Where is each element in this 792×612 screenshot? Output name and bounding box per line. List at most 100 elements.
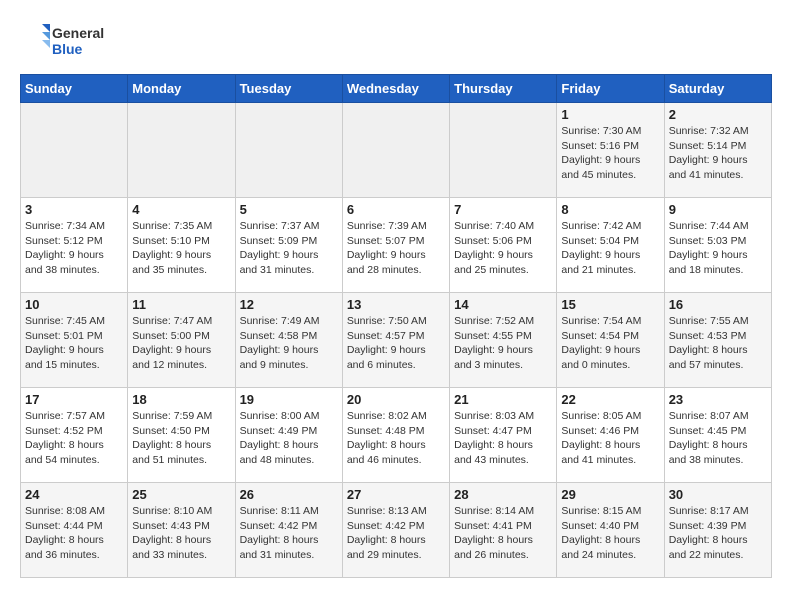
day-number: 20 (347, 392, 445, 407)
week-row-5: 24 Sunrise: 8:08 AM Sunset: 4:44 PM Dayli… (21, 483, 772, 578)
day-info: Sunrise: 7:42 AM Sunset: 5:04 PM Dayligh… (561, 219, 659, 278)
day-number: 10 (25, 297, 123, 312)
day-cell: 29 Sunrise: 8:15 AM Sunset: 4:40 PM Dayli… (557, 483, 664, 578)
day-number: 18 (132, 392, 230, 407)
day-number: 24 (25, 487, 123, 502)
day-cell: 13Sunrise: 7:50 AM Sunset: 4:57 PM Dayli… (342, 293, 449, 388)
day-info: Sunrise: 8:15 AM Sunset: 4:40 PM Dayligh… (561, 504, 659, 563)
calendar-table: SundayMondayTuesdayWednesdayThursdayFrid… (20, 74, 772, 578)
day-number: 22 (561, 392, 659, 407)
logo: General Blue (20, 20, 110, 64)
day-cell (342, 103, 449, 198)
day-info: Sunrise: 7:40 AM Sunset: 5:06 PM Dayligh… (454, 219, 552, 278)
day-number: 8 (561, 202, 659, 217)
weekday-header-thursday: Thursday (450, 75, 557, 103)
day-number: 16 (669, 297, 767, 312)
weekday-header-sunday: Sunday (21, 75, 128, 103)
day-cell: 21 Sunrise: 8:03 AM Sunset: 4:47 PM Dayli… (450, 388, 557, 483)
day-info: Sunrise: 7:59 AM Sunset: 4:50 PM Dayligh… (132, 409, 230, 468)
week-row-3: 10 Sunrise: 7:45 AM Sunset: 5:01 PM Dayli… (21, 293, 772, 388)
day-number: 28 (454, 487, 552, 502)
day-cell: 25 Sunrise: 8:10 AM Sunset: 4:43 PM Dayli… (128, 483, 235, 578)
day-info: Sunrise: 7:50 AM Sunset: 4:57 PM Dayligh… (347, 314, 445, 373)
day-info: Sunrise: 7:45 AM Sunset: 5:01 PM Dayligh… (25, 314, 123, 373)
weekday-header-tuesday: Tuesday (235, 75, 342, 103)
day-number: 30 (669, 487, 767, 502)
day-cell: 4Sunrise: 7:35 AM Sunset: 5:10 PM Daylig… (128, 198, 235, 293)
week-row-2: 3 Sunrise: 7:34 AM Sunset: 5:12 PM Daylig… (21, 198, 772, 293)
day-info: Sunrise: 8:17 AM Sunset: 4:39 PM Dayligh… (669, 504, 767, 563)
day-number: 17 (25, 392, 123, 407)
day-info: Sunrise: 7:57 AM Sunset: 4:52 PM Dayligh… (25, 409, 123, 468)
day-info: Sunrise: 8:13 AM Sunset: 4:42 PM Dayligh… (347, 504, 445, 563)
day-number: 27 (347, 487, 445, 502)
day-info: Sunrise: 8:11 AM Sunset: 4:42 PM Dayligh… (240, 504, 338, 563)
svg-text:General: General (52, 25, 104, 41)
day-info: Sunrise: 8:05 AM Sunset: 4:46 PM Dayligh… (561, 409, 659, 468)
day-number: 23 (669, 392, 767, 407)
day-info: Sunrise: 7:37 AM Sunset: 5:09 PM Dayligh… (240, 219, 338, 278)
day-info: Sunrise: 7:32 AM Sunset: 5:14 PM Dayligh… (669, 124, 767, 183)
day-info: Sunrise: 7:44 AM Sunset: 5:03 PM Dayligh… (669, 219, 767, 278)
day-info: Sunrise: 8:00 AM Sunset: 4:49 PM Dayligh… (240, 409, 338, 468)
day-info: Sunrise: 7:39 AM Sunset: 5:07 PM Dayligh… (347, 219, 445, 278)
day-info: Sunrise: 7:55 AM Sunset: 4:53 PM Dayligh… (669, 314, 767, 373)
day-number: 7 (454, 202, 552, 217)
day-cell: 17 Sunrise: 7:57 AM Sunset: 4:52 PM Dayli… (21, 388, 128, 483)
day-cell: 15Sunrise: 7:54 AM Sunset: 4:54 PM Dayli… (557, 293, 664, 388)
day-cell: 22 Sunrise: 8:05 AM Sunset: 4:46 PM Dayli… (557, 388, 664, 483)
day-info: Sunrise: 7:34 AM Sunset: 5:12 PM Dayligh… (25, 219, 123, 278)
day-cell: 23Sunrise: 8:07 AM Sunset: 4:45 PM Dayli… (664, 388, 771, 483)
week-row-1: 1 Sunrise: 7:30 AM Sunset: 5:16 PM Daylig… (21, 103, 772, 198)
day-info: Sunrise: 7:49 AM Sunset: 4:58 PM Dayligh… (240, 314, 338, 373)
day-cell: 5 Sunrise: 7:37 AM Sunset: 5:09 PM Daylig… (235, 198, 342, 293)
header: General Blue (20, 20, 772, 64)
day-cell: 12Sunrise: 7:49 AM Sunset: 4:58 PM Dayli… (235, 293, 342, 388)
day-info: Sunrise: 8:03 AM Sunset: 4:47 PM Dayligh… (454, 409, 552, 468)
day-info: Sunrise: 7:35 AM Sunset: 5:10 PM Dayligh… (132, 219, 230, 278)
day-number: 25 (132, 487, 230, 502)
day-cell: 1 Sunrise: 7:30 AM Sunset: 5:16 PM Daylig… (557, 103, 664, 198)
day-cell: 10 Sunrise: 7:45 AM Sunset: 5:01 PM Dayli… (21, 293, 128, 388)
day-info: Sunrise: 8:08 AM Sunset: 4:44 PM Dayligh… (25, 504, 123, 563)
day-cell: 9Sunrise: 7:44 AM Sunset: 5:03 PM Daylig… (664, 198, 771, 293)
weekday-header-saturday: Saturday (664, 75, 771, 103)
day-cell (235, 103, 342, 198)
day-cell: 20 Sunrise: 8:02 AM Sunset: 4:48 PM Dayli… (342, 388, 449, 483)
day-info: Sunrise: 8:02 AM Sunset: 4:48 PM Dayligh… (347, 409, 445, 468)
svg-text:Blue: Blue (52, 41, 83, 57)
day-number: 19 (240, 392, 338, 407)
day-cell: 16 Sunrise: 7:55 AM Sunset: 4:53 PM Dayli… (664, 293, 771, 388)
day-number: 21 (454, 392, 552, 407)
day-cell: 24 Sunrise: 8:08 AM Sunset: 4:44 PM Dayli… (21, 483, 128, 578)
weekday-header-wednesday: Wednesday (342, 75, 449, 103)
day-info: Sunrise: 7:52 AM Sunset: 4:55 PM Dayligh… (454, 314, 552, 373)
day-info: Sunrise: 7:54 AM Sunset: 4:54 PM Dayligh… (561, 314, 659, 373)
day-number: 6 (347, 202, 445, 217)
day-cell: 26 Sunrise: 8:11 AM Sunset: 4:42 PM Dayli… (235, 483, 342, 578)
day-cell: 28 Sunrise: 8:14 AM Sunset: 4:41 PM Dayli… (450, 483, 557, 578)
weekday-header-row: SundayMondayTuesdayWednesdayThursdayFrid… (21, 75, 772, 103)
day-info: Sunrise: 8:14 AM Sunset: 4:41 PM Dayligh… (454, 504, 552, 563)
day-info: Sunrise: 8:10 AM Sunset: 4:43 PM Dayligh… (132, 504, 230, 563)
day-cell (128, 103, 235, 198)
day-number: 26 (240, 487, 338, 502)
day-cell (450, 103, 557, 198)
day-number: 11 (132, 297, 230, 312)
logo-svg: General Blue (20, 20, 110, 64)
day-cell: 2Sunrise: 7:32 AM Sunset: 5:14 PM Daylig… (664, 103, 771, 198)
day-cell: 8 Sunrise: 7:42 AM Sunset: 5:04 PM Daylig… (557, 198, 664, 293)
day-number: 29 (561, 487, 659, 502)
day-cell: 30 Sunrise: 8:17 AM Sunset: 4:39 PM Dayli… (664, 483, 771, 578)
day-cell: 11Sunrise: 7:47 AM Sunset: 5:00 PM Dayli… (128, 293, 235, 388)
day-number: 3 (25, 202, 123, 217)
weekday-header-friday: Friday (557, 75, 664, 103)
day-cell: 19 Sunrise: 8:00 AM Sunset: 4:49 PM Dayli… (235, 388, 342, 483)
day-number: 1 (561, 107, 659, 122)
day-cell: 27 Sunrise: 8:13 AM Sunset: 4:42 PM Dayli… (342, 483, 449, 578)
day-number: 14 (454, 297, 552, 312)
day-cell: 18 Sunrise: 7:59 AM Sunset: 4:50 PM Dayli… (128, 388, 235, 483)
day-info: Sunrise: 7:30 AM Sunset: 5:16 PM Dayligh… (561, 124, 659, 183)
day-cell: 14 Sunrise: 7:52 AM Sunset: 4:55 PM Dayli… (450, 293, 557, 388)
day-number: 5 (240, 202, 338, 217)
